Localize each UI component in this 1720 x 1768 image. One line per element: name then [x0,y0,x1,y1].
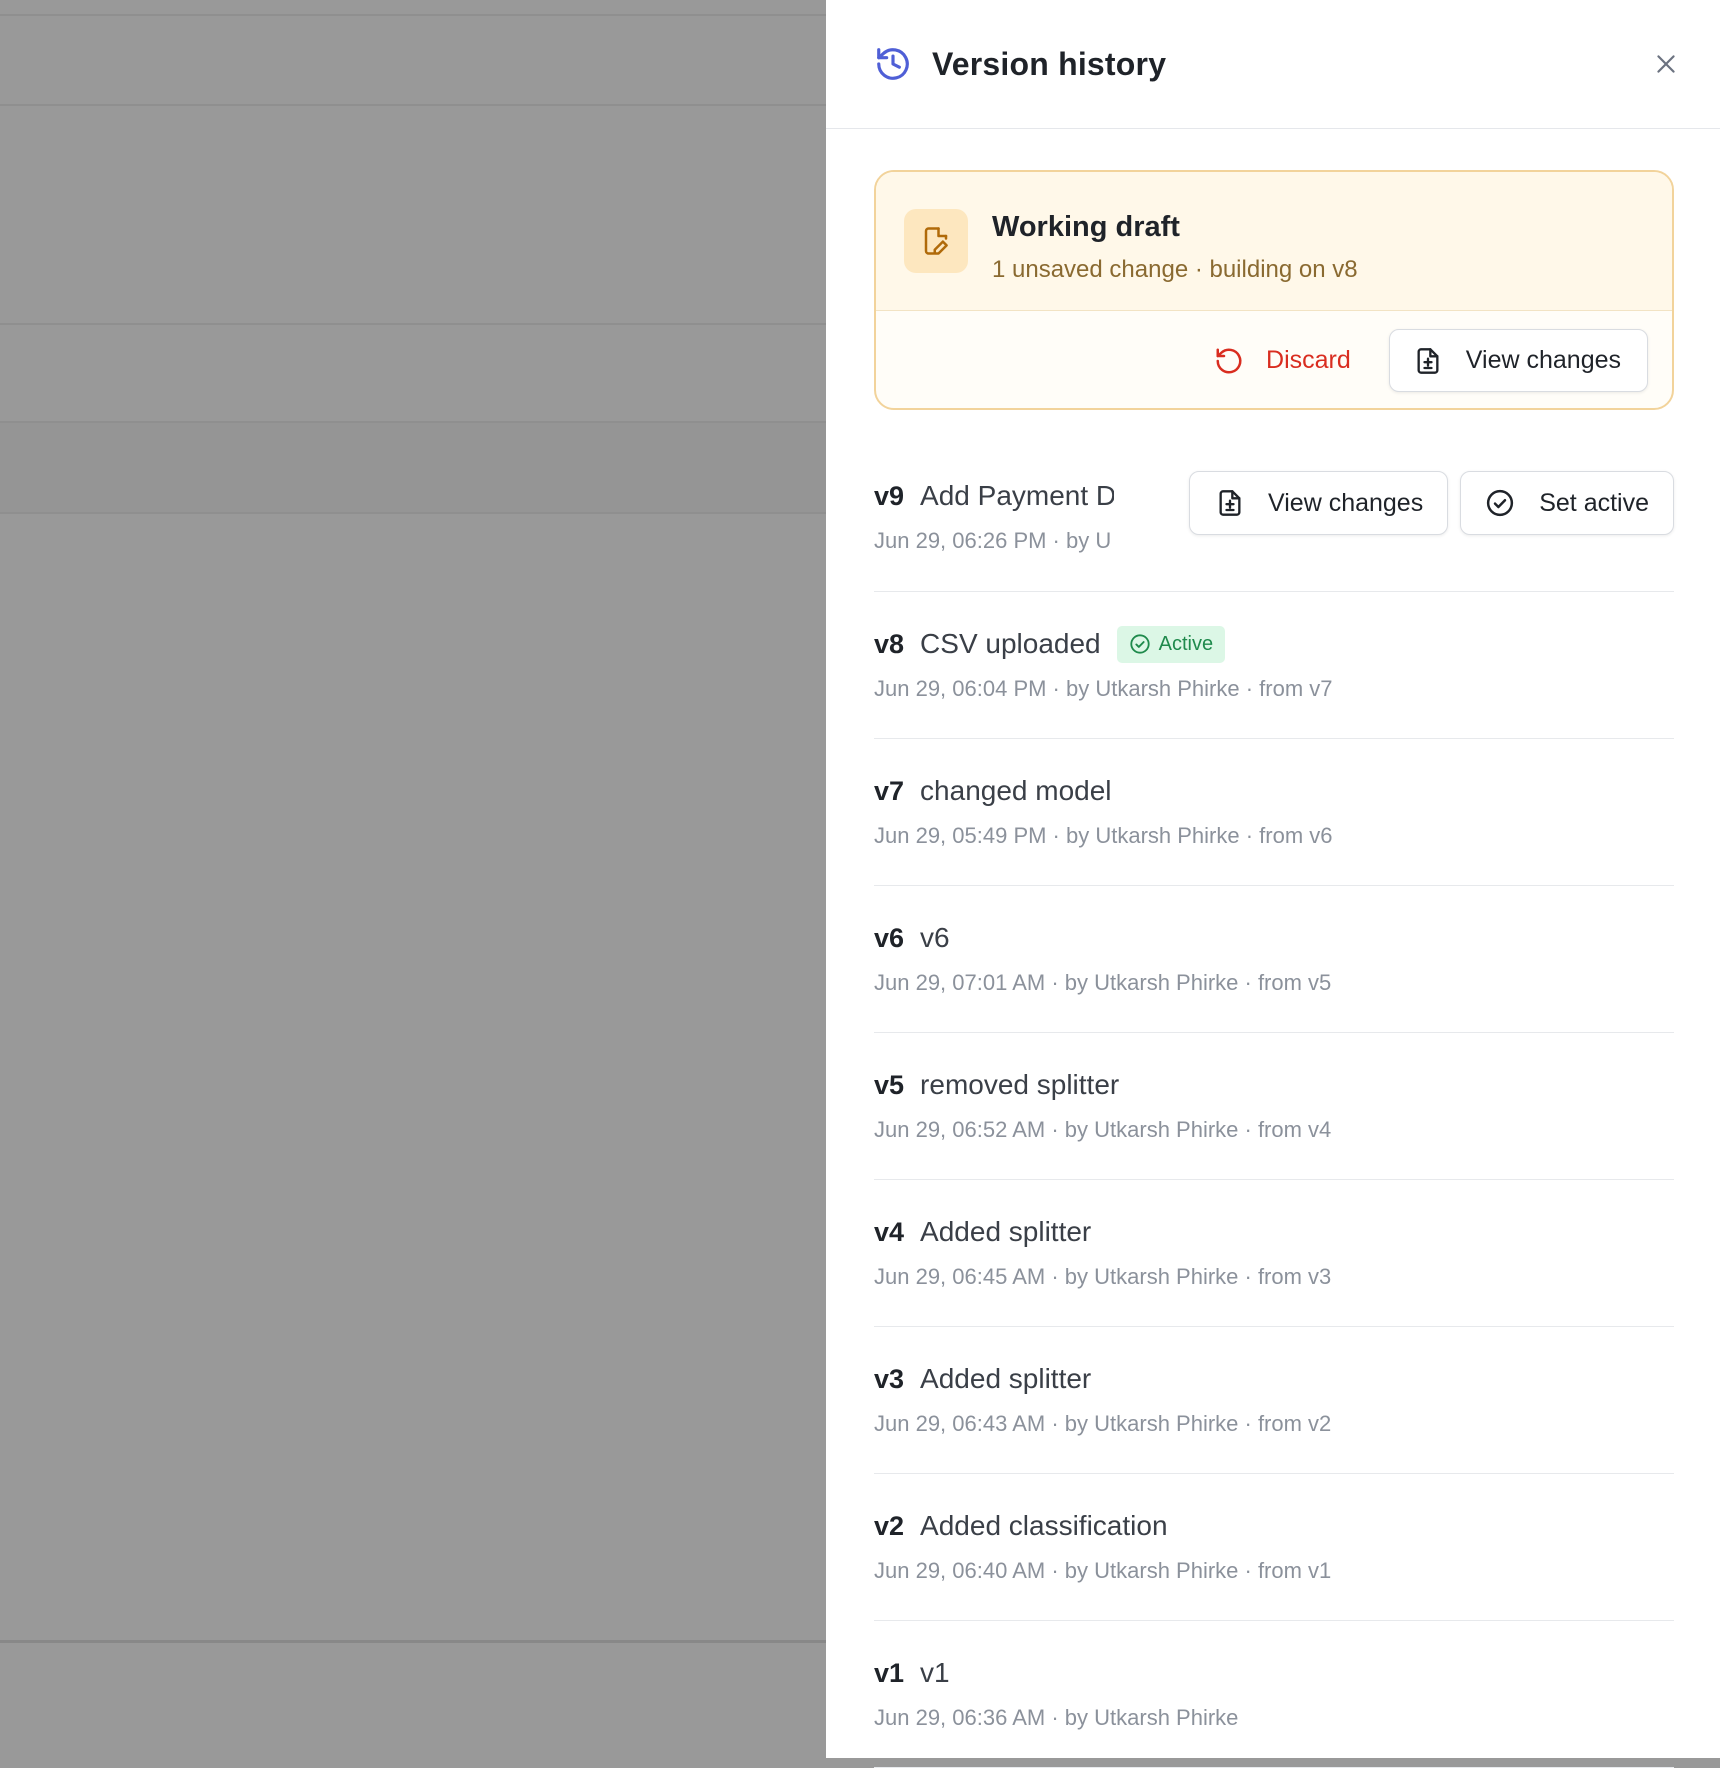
file-edit-icon [904,209,968,273]
version-number: v1 [874,1657,905,1688]
version-number: v5 [874,1069,905,1100]
discard-button[interactable]: Discard [1214,346,1351,376]
version-name: Added splitter [920,1363,1092,1394]
version-meta: Jun 29, 07:01 AM · by Utkarsh Phirke · f… [874,970,1332,995]
version-row[interactable]: v6 v6 Jun 29, 07:01 AM · by Utkarsh Phir… [874,886,1674,1033]
version-meta: Jun 29, 06:40 AM · by Utkarsh Phirke · f… [874,1558,1332,1583]
set-active-button[interactable]: Set active [1460,471,1674,535]
active-badge-label: Active [1158,632,1214,655]
version-name: CSV uploaded [920,628,1101,659]
version-number: v2 [874,1510,905,1541]
version-name: Added splitter [920,1216,1092,1247]
divider [0,14,826,16]
version-number: v9 [874,480,905,511]
panel-header: Version history [826,0,1720,129]
version-row[interactable]: v9 Add Payment D Jun 29, 06:26 PM · by U [874,440,1674,592]
draft-view-changes-button[interactable]: View changes [1388,329,1648,392]
check-circle-icon [1129,633,1151,655]
version-history-panel: Version history Working draft 1 unsaved … [826,0,1720,1768]
version-number: v8 [874,628,905,659]
close-button[interactable] [1646,44,1686,84]
panel-title: Version history [932,45,1167,82]
divider [0,421,826,423]
version-row[interactable]: v5 removed splitter Jun 29, 06:52 AM · b… [874,1033,1674,1180]
version-row[interactable]: v3 Added splitter Jun 29, 06:43 AM · by … [874,1327,1674,1474]
version-meta: Jun 29, 06:36 AM · by Utkarsh Phirke [874,1705,1239,1730]
version-row[interactable]: v4 Added splitter Jun 29, 06:45 AM · by … [874,1180,1674,1327]
version-meta: Jun 29, 06:45 AM · by Utkarsh Phirke · f… [874,1264,1332,1289]
file-diff-icon [1414,347,1442,375]
version-meta: Jun 29, 06:04 PM · by Utkarsh Phirke · f… [874,676,1333,701]
version-row-actions: View changes Set active [1189,471,1674,535]
backdrop-band [0,421,826,513]
view-changes-label: View changes [1268,488,1424,517]
version-name: changed model [920,775,1112,806]
version-row[interactable]: v1 v1 Jun 29, 06:36 AM · by Utkarsh Phir… [874,1621,1674,1768]
version-meta: Jun 29, 06:26 PM · by U [874,528,1112,553]
version-number: v7 [874,775,905,806]
draft-subtitle: 1 unsaved change · building on v8 [992,256,1358,283]
version-name: removed splitter [920,1069,1120,1100]
version-meta: Jun 29, 06:52 AM · by Utkarsh Phirke · f… [874,1117,1332,1142]
file-diff-icon [1216,489,1244,517]
divider [0,512,826,514]
version-name: v1 [920,1657,950,1688]
version-name: Add Payment D [920,480,1115,511]
draft-header: Working draft 1 unsaved change · buildin… [876,172,1672,311]
history-icon [874,45,912,83]
version-row[interactable]: v8 CSV uploaded Active Jun 29, 06:04 PM … [874,592,1674,739]
draft-title: Working draft [992,211,1180,243]
version-meta: Jun 29, 06:43 AM · by Utkarsh Phirke · f… [874,1411,1332,1436]
close-icon [1653,51,1679,77]
active-badge: Active [1116,625,1226,663]
undo-icon [1214,346,1244,376]
set-active-label: Set active [1539,488,1649,517]
modal-backdrop[interactable] [0,0,826,1758]
discard-label: Discard [1266,346,1351,374]
panel-body: Working draft 1 unsaved change · buildin… [826,129,1720,1768]
version-row[interactable]: v2 Added classification Jun 29, 06:40 AM… [874,1474,1674,1621]
view-changes-button[interactable]: View changes [1189,471,1449,535]
check-circle-icon [1485,488,1515,518]
version-number: v6 [874,922,905,953]
working-draft-card: Working draft 1 unsaved change · buildin… [874,170,1674,410]
version-name: Added classification [920,1510,1168,1541]
version-number: v3 [874,1363,905,1394]
version-meta: Jun 29, 05:49 PM · by Utkarsh Phirke · f… [874,823,1333,848]
divider [0,104,826,106]
version-number: v4 [874,1216,905,1247]
version-name: v6 [920,922,950,953]
version-list: v9 Add Payment D Jun 29, 06:26 PM · by U [874,440,1674,1768]
view-changes-label: View changes [1465,346,1621,374]
draft-actions: Discard View changes [876,311,1672,408]
divider [0,1640,826,1643]
version-row[interactable]: v7 changed model Jun 29, 05:49 PM · by U… [874,739,1674,886]
divider [0,323,826,325]
